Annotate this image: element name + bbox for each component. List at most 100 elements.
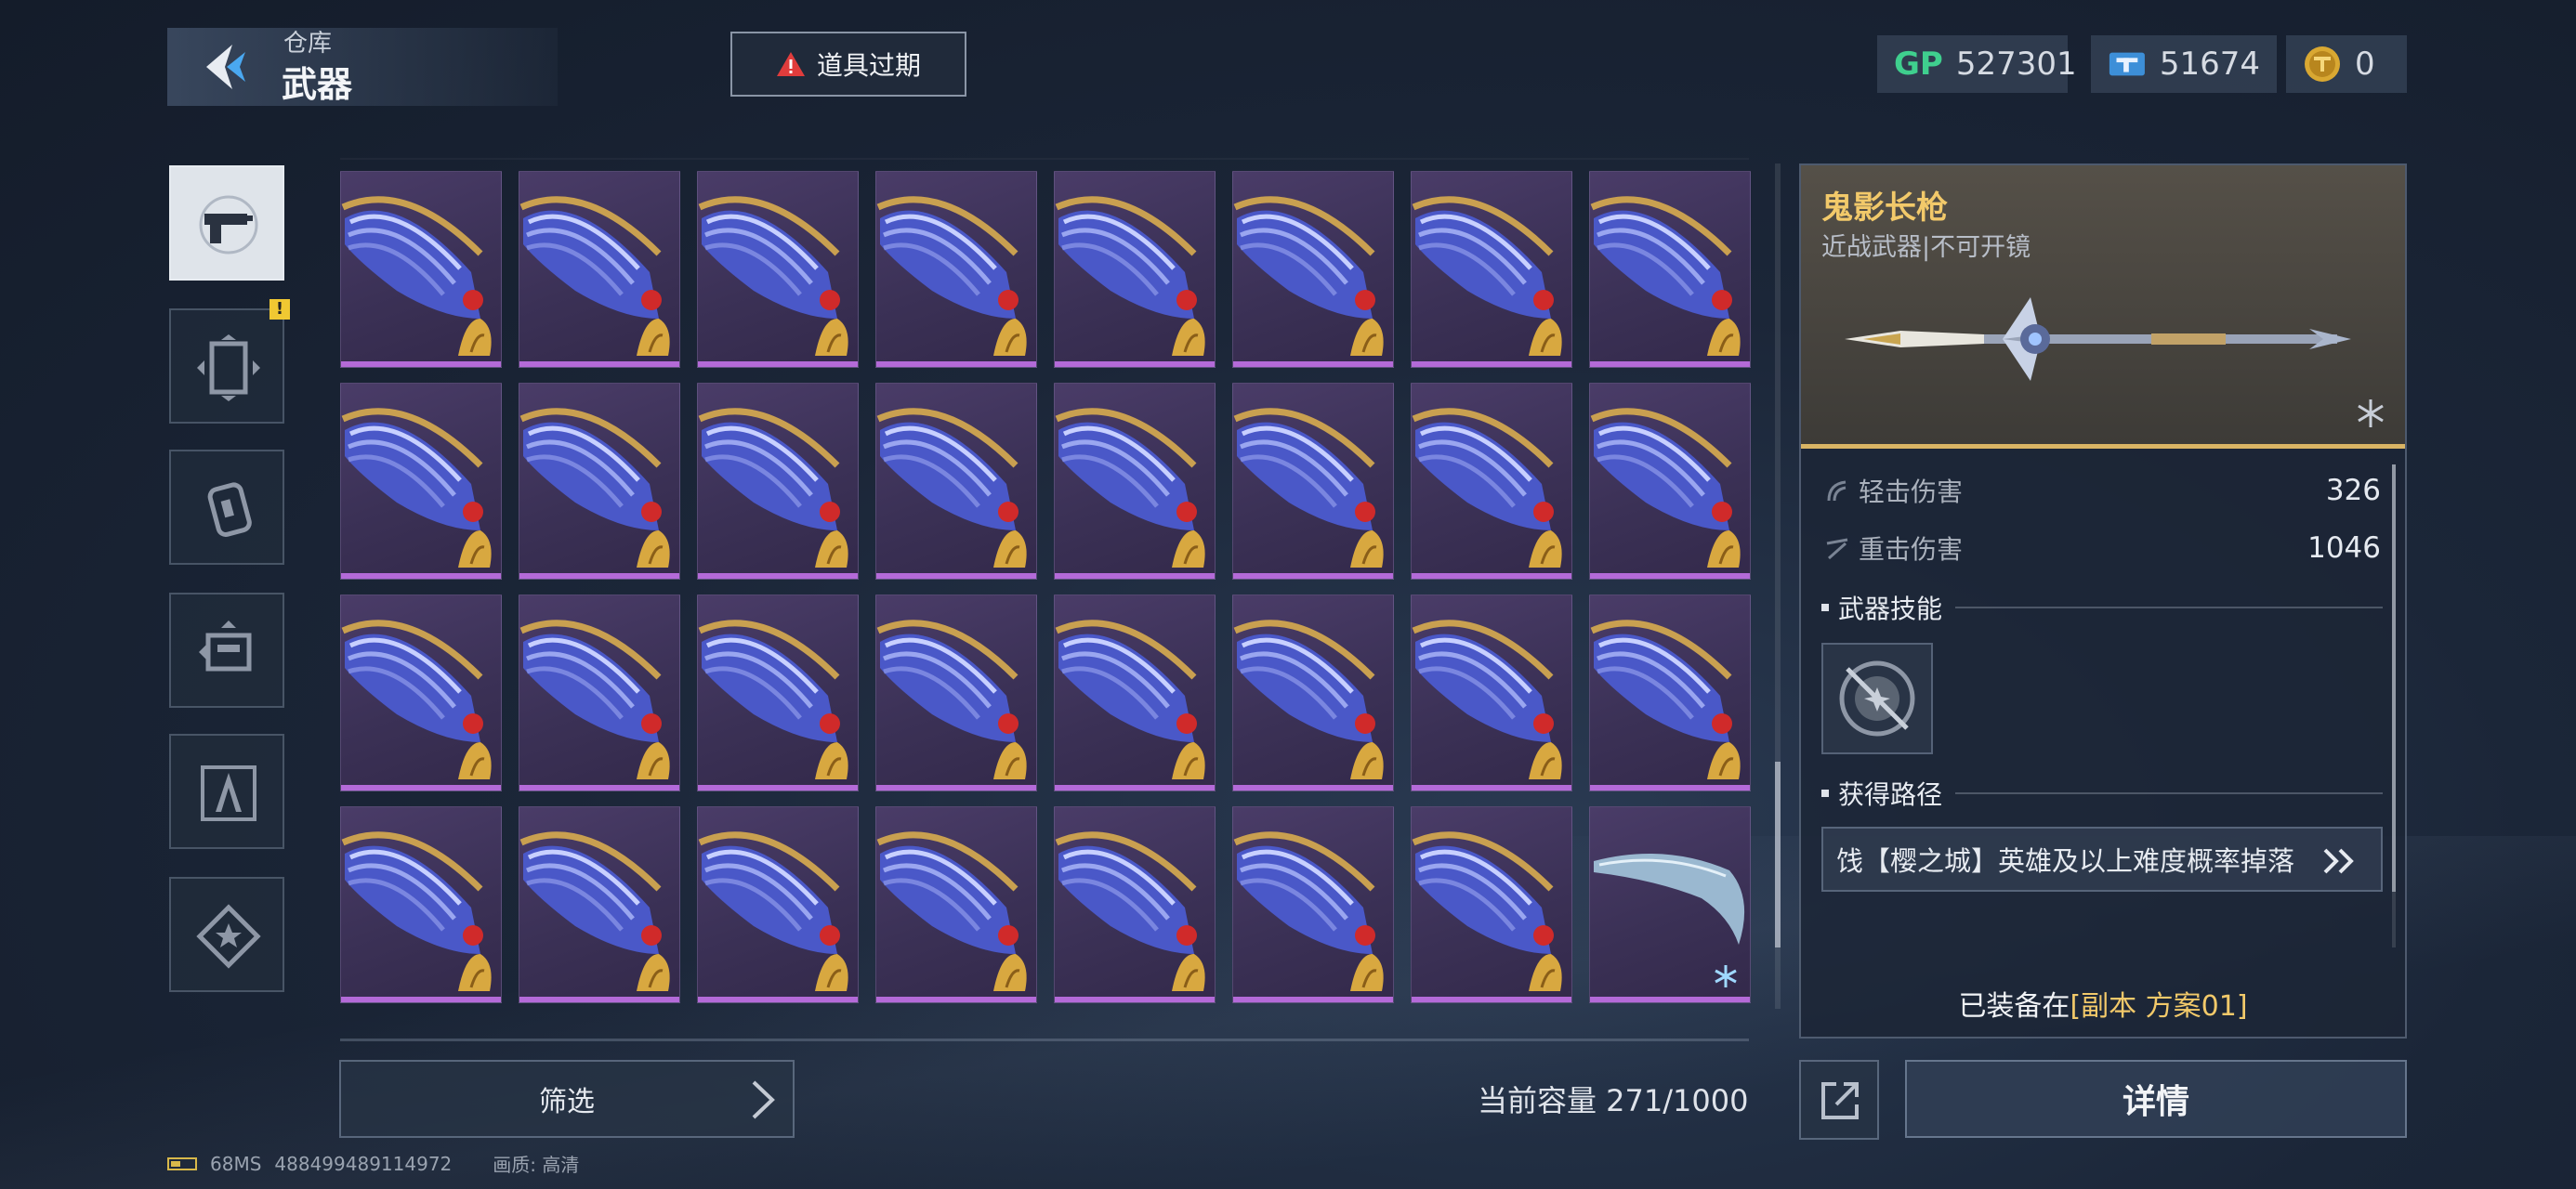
inventory-slot[interactable] xyxy=(519,383,680,580)
light-attack-label: 轻击伤害 xyxy=(1859,477,1964,507)
rarity-bar xyxy=(341,573,501,579)
battery-icon xyxy=(167,1156,197,1170)
inventory-slot[interactable] xyxy=(519,594,680,791)
inventory-slot[interactable] xyxy=(697,806,859,1003)
inventory-slot[interactable] xyxy=(1054,806,1216,1003)
gauntlet-weapon-icon xyxy=(1055,196,1205,356)
gauntlet-weapon-icon xyxy=(1233,196,1384,356)
tab-armor[interactable] xyxy=(169,308,284,424)
filter-label: 筛选 xyxy=(539,1086,595,1118)
grid-scrollbar-thumb[interactable] xyxy=(1775,762,1781,947)
gauntlet-weapon-icon xyxy=(1233,620,1384,779)
inventory-slot[interactable] xyxy=(1232,383,1394,580)
ticket-icon xyxy=(2109,52,2145,76)
curved-blade-icon xyxy=(1594,854,1745,987)
section-marker xyxy=(1821,604,1829,611)
gauntlet-weapon-icon xyxy=(698,408,848,568)
gauntlet-weapon-icon xyxy=(341,620,492,779)
grid-top-edge xyxy=(340,158,1749,160)
inventory-slot[interactable] xyxy=(1232,806,1394,1003)
tab-weapons[interactable] xyxy=(169,165,284,281)
inventory-slot[interactable] xyxy=(1232,171,1394,368)
inventory-slot[interactable] xyxy=(1589,806,1751,1003)
filter-button[interactable]: 筛选 xyxy=(339,1060,795,1138)
inventory-slot[interactable] xyxy=(1054,171,1216,368)
tab-badges[interactable] xyxy=(169,877,284,992)
gauntlet-weapon-icon xyxy=(519,408,670,568)
equipped-loadout: [副本 方案01] xyxy=(2070,990,2248,1023)
gauntlet-weapon-icon xyxy=(1590,408,1741,568)
rarity-bar xyxy=(519,997,679,1002)
inventory-slot[interactable] xyxy=(1054,594,1216,791)
skill-section-title: 武器技能 xyxy=(1838,594,1943,624)
inventory-slot[interactable] xyxy=(1411,171,1572,368)
inventory-slot[interactable] xyxy=(340,594,502,791)
stat-light-attack: 轻击伤害 326 xyxy=(1823,472,2381,509)
rarity-bar xyxy=(519,573,679,579)
gauntlet-weapon-icon xyxy=(1590,620,1741,779)
gp-value: 527301 xyxy=(1955,46,2077,83)
inventory-slot[interactable] xyxy=(340,806,502,1003)
ping-text: 68MS xyxy=(210,1152,262,1175)
expired-items-button[interactable]: 道具过期 xyxy=(730,32,966,97)
details-button[interactable]: 详情 xyxy=(1905,1060,2407,1138)
grenade-icon xyxy=(207,482,252,537)
inventory-slot[interactable] xyxy=(1589,171,1751,368)
item-name: 鬼影长枪 xyxy=(1821,189,1948,227)
inventory-slot[interactable] xyxy=(519,806,680,1003)
ticket-currency: 51674 xyxy=(2091,35,2277,93)
rarity-bar xyxy=(1412,573,1571,579)
tab-tools[interactable] xyxy=(169,734,284,849)
gun-icon xyxy=(199,195,258,255)
weapon-skill-slot[interactable] xyxy=(1821,643,1933,754)
gauntlet-weapon-icon xyxy=(1412,620,1562,779)
inventory-slot[interactable] xyxy=(1589,594,1751,791)
share-button[interactable] xyxy=(1799,1060,1879,1140)
section-marker xyxy=(1821,790,1829,797)
rarity-bar xyxy=(1055,997,1215,1002)
inventory-slot[interactable] xyxy=(697,171,859,368)
breadcrumb-parent: 仓库 xyxy=(283,30,333,58)
inventory-slot[interactable] xyxy=(697,594,859,791)
inventory-slot[interactable] xyxy=(1411,594,1572,791)
tab-gadgets[interactable] xyxy=(169,593,284,708)
rarity-bar xyxy=(1233,997,1393,1002)
gauntlet-weapon-icon xyxy=(876,196,1027,356)
inventory-grid xyxy=(340,171,1751,1003)
heavy-attack-label: 重击伤害 xyxy=(1859,534,1964,565)
tab-throwables[interactable] xyxy=(169,450,284,565)
inventory-slot[interactable] xyxy=(340,383,502,580)
gauntlet-weapon-icon xyxy=(1412,196,1562,356)
rarity-bar xyxy=(698,361,858,367)
chevron-right-icon xyxy=(752,1080,775,1119)
inventory-slot[interactable] xyxy=(875,171,1037,368)
page-title: 武器 xyxy=(282,64,353,105)
inventory-slot[interactable] xyxy=(340,171,502,368)
inventory-slot[interactable] xyxy=(875,594,1037,791)
heavy-attack-icon xyxy=(1826,538,1848,560)
inventory-slot[interactable] xyxy=(1411,806,1572,1003)
inventory-slot[interactable] xyxy=(875,383,1037,580)
snowflake-icon xyxy=(2358,399,2384,427)
gauntlet-weapon-icon xyxy=(1055,831,1205,991)
rarity-bar xyxy=(1233,573,1393,579)
acquire-source-button[interactable]: 饯【樱之城】英雄及以上难度概率掉落 xyxy=(1821,827,2383,892)
rarity-bar xyxy=(876,573,1036,579)
expired-items-label: 道具过期 xyxy=(816,50,921,81)
inventory-slot[interactable] xyxy=(519,171,680,368)
inventory-slot[interactable] xyxy=(875,806,1037,1003)
detail-scrollbar-thumb[interactable] xyxy=(2392,464,2396,892)
rarity-bar xyxy=(341,997,501,1002)
inventory-slot[interactable] xyxy=(697,383,859,580)
rarity-bar xyxy=(1412,997,1571,1002)
back-arrow-icon[interactable] xyxy=(195,39,251,95)
inventory-slot[interactable] xyxy=(1232,594,1394,791)
inventory-slot[interactable] xyxy=(1054,383,1216,580)
gauntlet-weapon-icon xyxy=(1055,408,1205,568)
rarity-bar xyxy=(698,997,858,1002)
rarity-bar xyxy=(1412,785,1571,790)
inventory-slot[interactable] xyxy=(1589,383,1751,580)
acquire-source-text: 饯【樱之城】英雄及以上难度概率掉落 xyxy=(1836,845,2295,877)
inventory-slot[interactable] xyxy=(1411,383,1572,580)
gauntlet-weapon-icon xyxy=(876,408,1027,568)
